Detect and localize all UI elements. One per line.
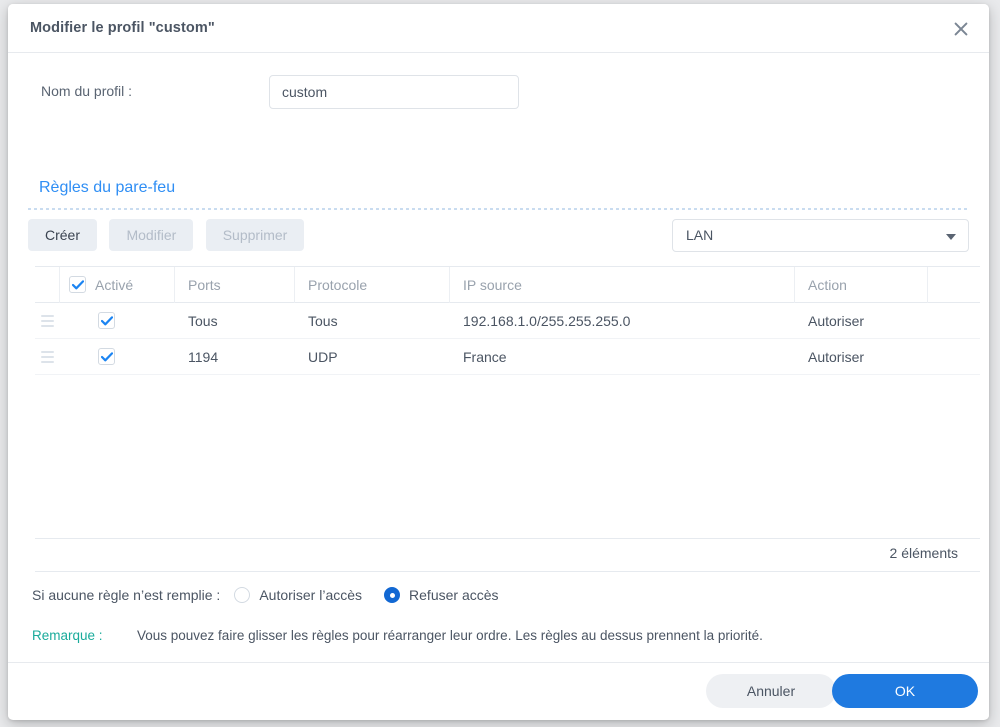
header-enabled-cell: Activé (60, 266, 175, 303)
drag-handle-icon[interactable] (35, 303, 60, 338)
radio-deny-access[interactable]: Refuser accès (384, 587, 499, 603)
interface-select-value: LAN (686, 227, 714, 243)
radio-allow-access[interactable]: Autoriser l’accès (234, 587, 362, 603)
row-ports: 1194 (188, 348, 219, 365)
profile-name-label: Nom du profil : (41, 83, 133, 99)
header-label-ports: Ports (175, 266, 295, 303)
drag-handle-icon[interactable] (35, 339, 60, 374)
radio-allow-access-label: Autoriser l’accès (259, 587, 363, 603)
table-row[interactable]: Tous Tous 192.168.1.0/255.255.255.0 Auto… (35, 303, 980, 339)
radio-deny-access-indicator (384, 587, 401, 603)
remark-label: Remarque : (32, 628, 103, 643)
row-enabled-checkbox[interactable] (98, 312, 115, 329)
item-count-label: 2 éléments (889, 545, 958, 561)
interface-select[interactable]: LAN (672, 219, 969, 252)
row-enabled-cell (60, 303, 175, 338)
header-handle-cell (35, 266, 60, 303)
cancel-button[interactable]: Annuler (706, 674, 836, 708)
row-protocol: Tous (308, 312, 338, 329)
radio-allow-access-indicator (234, 587, 251, 603)
header-label-enabled: Activé (95, 276, 134, 293)
create-rule-button[interactable]: Créer (28, 219, 98, 251)
ok-button[interactable]: OK (832, 674, 978, 708)
select-all-checkbox[interactable] (69, 276, 86, 293)
edit-rule-button[interactable]: Modifier (109, 219, 194, 251)
dialog-titlebar: Modifier le profil "custom" (8, 4, 989, 53)
dialog-body: Nom du profil : Règles du pare-feu Créer… (8, 53, 989, 662)
row-enabled-cell (60, 339, 175, 374)
chevron-down-icon (946, 234, 956, 240)
row-action: Autoriser (808, 312, 865, 329)
row-spacer-cell (928, 303, 980, 338)
firewall-rules-heading: Règles du pare-feu (39, 179, 176, 196)
dialog-footer: Annuler OK (8, 662, 989, 719)
table-header-row: Activé Ports Protocole IP source Action (35, 266, 980, 303)
dialog-title: Modifier le profil "custom" (30, 20, 215, 36)
header-label-source-ip: IP source (450, 266, 795, 303)
row-action: Autoriser (808, 348, 865, 365)
table-footer: 2 éléments (35, 539, 980, 572)
firewall-rules-table: Activé Ports Protocole IP source Action (35, 266, 980, 539)
edit-profile-dialog: Modifier le profil "custom" Nom du profi… (8, 4, 989, 720)
delete-rule-button[interactable]: Supprimer (205, 219, 305, 251)
table-row[interactable]: 1194 UDP France Autoriser (35, 339, 980, 375)
remark-text: Vous pouvez faire glisser les règles pou… (137, 628, 763, 643)
header-label-protocol: Protocole (295, 266, 450, 303)
profile-name-row: Nom du profil : (8, 75, 989, 109)
default-policy-label: Si aucune règle n’est remplie : (32, 587, 221, 603)
radio-deny-access-label: Refuser accès (409, 587, 499, 603)
profile-name-input[interactable] (269, 75, 519, 109)
header-spacer-cell (928, 267, 980, 303)
rules-toolbar: Créer Modifier Supprimer (28, 219, 312, 251)
row-source-ip: 192.168.1.0/255.255.255.0 (463, 312, 631, 329)
section-divider (28, 208, 969, 210)
row-protocol: UDP (308, 348, 338, 365)
header-label-action: Action (795, 266, 928, 303)
row-spacer-cell (928, 339, 980, 374)
default-policy-row: Si aucune règle n’est remplie : Autorise… (32, 583, 521, 607)
row-source-ip: France (463, 348, 507, 365)
remark-block: Remarque : Vous pouvez faire glisser les… (32, 625, 932, 646)
close-icon[interactable] (945, 13, 977, 45)
row-ports: Tous (188, 312, 218, 329)
row-enabled-checkbox[interactable] (98, 348, 115, 365)
